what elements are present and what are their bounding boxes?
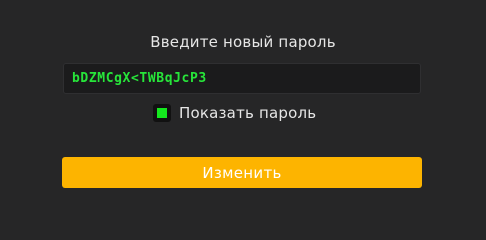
dialog-title: Введите новый пароль bbox=[150, 33, 336, 51]
show-password-label[interactable]: Показать пароль bbox=[179, 104, 316, 122]
show-password-toggle[interactable]: Показать пароль bbox=[153, 104, 316, 122]
new-password-input[interactable] bbox=[63, 63, 421, 94]
show-password-checkbox[interactable] bbox=[153, 104, 171, 122]
change-button[interactable]: Изменить bbox=[62, 157, 422, 188]
checkbox-checked-indicator bbox=[157, 108, 167, 118]
